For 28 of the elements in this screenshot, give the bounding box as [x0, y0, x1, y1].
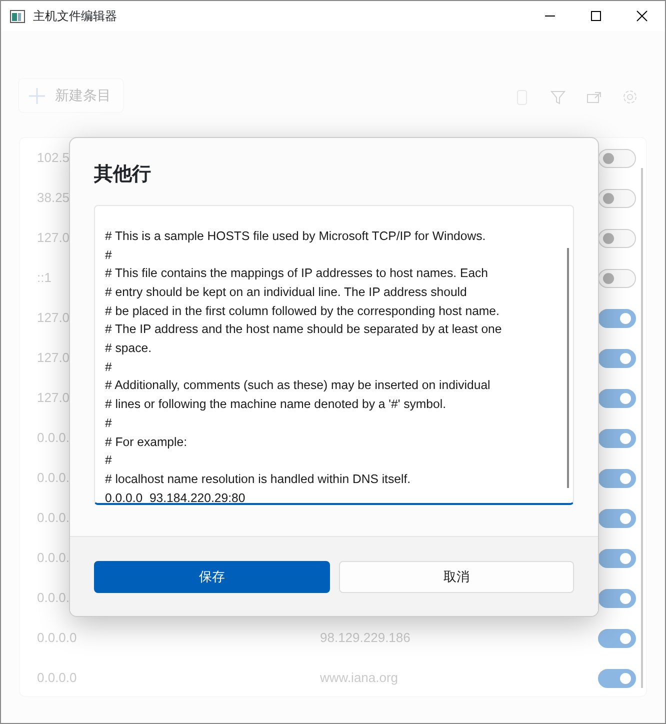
plus-icon	[29, 88, 45, 104]
toggle-switch[interactable]	[598, 628, 636, 648]
text-editor-field[interactable]: # This is a sample HOSTS file used by Microsoft TCP/IP for Windows. # # This file contains the mappings of IP addresses to host names. Each # entry should be kept on an individual line. The IP address should # be placed in the first column followed by the corresponding host name. # The IP address and the host name should be separated by at least one # space. # # Additionally, comments (such as these) may be inserted on individual # lines or following the machine name denoted by a '#' symbol. # # For example: # # localhost name resolution is handled within DNS itself. 0.0.0.0 93.184.220.29:80	[94, 204, 574, 505]
maximize-icon[interactable]	[590, 10, 602, 22]
toggle-switch[interactable]	[598, 148, 636, 168]
toggle-switch[interactable]	[598, 228, 636, 248]
toggle-switch[interactable]	[598, 548, 636, 568]
toggle-switch[interactable]	[598, 348, 636, 368]
toggle-switch[interactable]	[598, 428, 636, 448]
toggle-switch[interactable]	[598, 588, 636, 608]
toggle-switch[interactable]	[598, 468, 636, 488]
scrollbar[interactable]	[567, 248, 569, 488]
save-button[interactable]: 保存	[94, 561, 330, 593]
toggle-switch[interactable]	[598, 668, 636, 688]
dialog-title: 其他行	[93, 163, 152, 187]
toggle-switch[interactable]	[598, 188, 636, 208]
filter-icon[interactable]	[550, 89, 566, 105]
app-icon	[10, 10, 25, 22]
toggle-switch[interactable]	[598, 268, 636, 288]
close-icon[interactable]	[636, 10, 648, 22]
window-title: 主机文件编辑器	[33, 8, 117, 25]
toggle-switch[interactable]	[598, 508, 636, 528]
external-window-icon[interactable]	[586, 89, 602, 105]
cancel-button[interactable]: 取消	[338, 561, 574, 593]
toggle-switch[interactable]	[598, 388, 636, 408]
settings-icon[interactable]	[622, 89, 638, 105]
toggle-switch[interactable]	[598, 308, 636, 328]
scrollbar[interactable]	[641, 168, 643, 688]
